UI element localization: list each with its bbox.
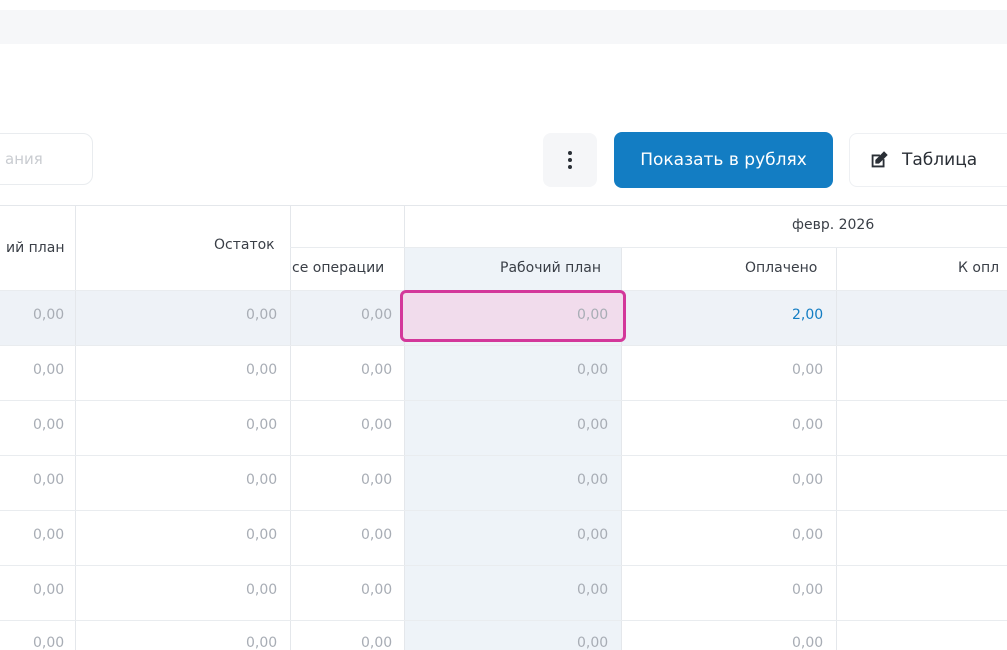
search-input[interactable]: ания — [0, 133, 93, 185]
cell-balance[interactable]: 0,00 — [246, 362, 277, 378]
cell-paid[interactable]: 0,00 — [792, 472, 823, 488]
cell-work-plan[interactable]: 0,00 — [577, 582, 608, 598]
show-in-rubles-button[interactable]: Показать в рублях — [614, 132, 833, 188]
top-bar — [0, 10, 1007, 44]
cell-all-operations[interactable]: 0,00 — [361, 635, 392, 650]
cell-paid[interactable]: 0,00 — [792, 635, 823, 650]
cell-work-plan[interactable]: 0,00 — [577, 472, 608, 488]
finance-plan-page: ания Показать в рублях Таблица ий план О… — [0, 0, 1007, 650]
cell-balance[interactable]: 0,00 — [246, 635, 277, 650]
cell-work-plan[interactable]: 0,00 — [577, 635, 608, 650]
cell-work-plan[interactable]: 0,00 — [577, 307, 608, 323]
cell-work-plan[interactable]: 0,00 — [577, 417, 608, 433]
cell-balance[interactable]: 0,00 — [246, 307, 277, 323]
cell-work-plan[interactable]: 0,00 — [577, 362, 608, 378]
cell-work-plan-left[interactable]: 0,00 — [33, 362, 64, 378]
cell-all-operations[interactable]: 0,00 — [361, 417, 392, 433]
cell-paid[interactable]: 2,00 — [792, 307, 823, 323]
cell-work-plan-left[interactable]: 0,00 — [33, 307, 64, 323]
cell-work-plan[interactable]: 0,00 — [577, 527, 608, 543]
header-paid[interactable]: Оплачено — [745, 260, 817, 276]
cell-work-plan-left[interactable]: 0,00 — [33, 582, 64, 598]
cell-work-plan-left[interactable]: 0,00 — [33, 472, 64, 488]
cell-paid[interactable]: 0,00 — [792, 582, 823, 598]
more-vertical-icon — [568, 151, 572, 169]
table-view-button[interactable]: Таблица — [849, 133, 1007, 187]
header-to-pay[interactable]: К опл — [958, 260, 999, 276]
table-view-label: Таблица — [902, 150, 978, 170]
edit-icon — [871, 151, 888, 168]
cell-all-operations[interactable]: 0,00 — [361, 527, 392, 543]
header-balance[interactable]: Остаток — [214, 237, 275, 253]
cell-all-operations[interactable]: 0,00 — [361, 472, 392, 488]
cell-paid[interactable]: 0,00 — [792, 417, 823, 433]
cell-all-operations[interactable]: 0,00 — [361, 582, 392, 598]
cell-work-plan-left[interactable]: 0,00 — [33, 417, 64, 433]
cell-work-plan-left[interactable]: 0,00 — [33, 635, 64, 650]
cell-balance[interactable]: 0,00 — [246, 417, 277, 433]
cell-all-operations[interactable]: 0,00 — [361, 307, 392, 323]
header-all-operations[interactable]: се операции — [292, 260, 384, 276]
more-options-button[interactable] — [543, 133, 597, 187]
header-work-plan[interactable]: Рабочий план — [500, 260, 601, 276]
cell-paid[interactable]: 0,00 — [792, 527, 823, 543]
search-placeholder: ания — [5, 150, 43, 168]
header-month-group: февр. 2026 — [792, 217, 875, 233]
cell-paid[interactable]: 0,00 — [792, 362, 823, 378]
cell-all-operations[interactable]: 0,00 — [361, 362, 392, 378]
header-work-plan-left[interactable]: ий план — [6, 240, 64, 256]
cell-balance[interactable]: 0,00 — [246, 472, 277, 488]
data-table: ий план Остаток се операции февр. 2026 Р… — [0, 205, 1007, 650]
cell-balance[interactable]: 0,00 — [246, 527, 277, 543]
cell-balance[interactable]: 0,00 — [246, 582, 277, 598]
cell-work-plan-left[interactable]: 0,00 — [33, 527, 64, 543]
